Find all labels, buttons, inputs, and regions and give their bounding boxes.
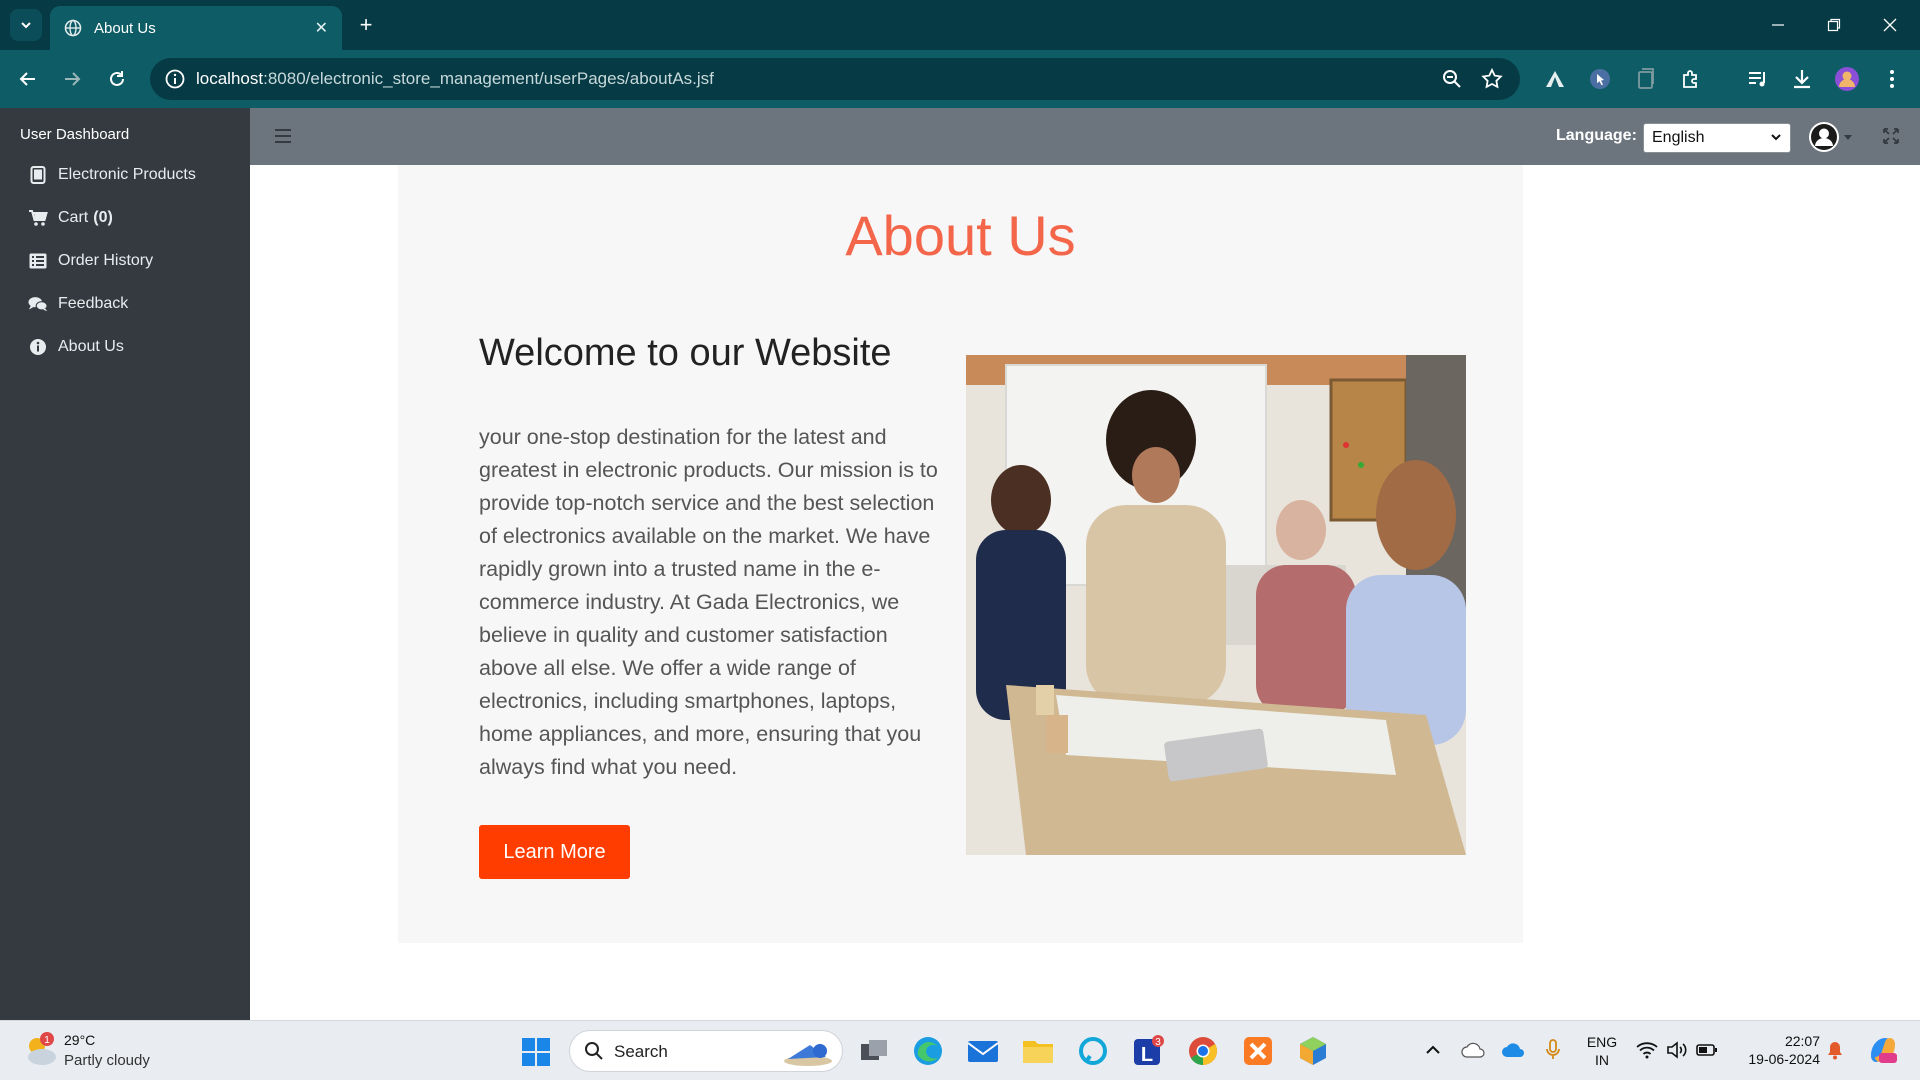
caret-down-icon[interactable] bbox=[1844, 135, 1852, 140]
user-avatar-icon[interactable] bbox=[1808, 121, 1840, 153]
minimize-icon bbox=[1772, 24, 1784, 26]
volume-icon[interactable] bbox=[1664, 1037, 1690, 1063]
forward-button[interactable] bbox=[56, 63, 88, 95]
extensions-puzzle-icon[interactable] bbox=[1676, 64, 1706, 94]
weather-description: Partly cloudy bbox=[64, 1052, 150, 1069]
extension-pages-icon[interactable] bbox=[1631, 64, 1661, 94]
download-icon[interactable] bbox=[1787, 64, 1817, 94]
browser-menu-icon[interactable] bbox=[1877, 64, 1907, 94]
page-title: About Us bbox=[845, 204, 1076, 267]
microphone-icon[interactable] bbox=[1540, 1037, 1566, 1063]
address-bar[interactable]: localhost:8080/electronic_store_manageme… bbox=[150, 58, 1520, 100]
sidebar-item-label: Electronic Products bbox=[58, 166, 196, 183]
sidebar-item-label: Feedback bbox=[58, 295, 129, 312]
globe-icon bbox=[64, 19, 82, 37]
tab-title: About Us bbox=[94, 19, 156, 37]
battery-icon[interactable] bbox=[1694, 1037, 1720, 1063]
input-language-indicator[interactable]: ENG IN bbox=[1582, 1033, 1622, 1069]
site-info-icon[interactable] bbox=[164, 68, 186, 90]
taskbar-search[interactable]: Search bbox=[569, 1030, 843, 1072]
windows-start-icon[interactable] bbox=[521, 1037, 551, 1067]
hamburger-menu-icon[interactable] bbox=[274, 126, 292, 146]
chevron-down-icon bbox=[21, 22, 31, 29]
language-select[interactable]: English bbox=[1643, 123, 1791, 153]
mail-icon[interactable] bbox=[965, 1033, 1001, 1069]
search-icon bbox=[585, 1042, 603, 1060]
url-text[interactable]: localhost:8080/electronic_store_manageme… bbox=[196, 69, 714, 89]
info-icon bbox=[28, 338, 48, 356]
cart-icon bbox=[28, 209, 48, 227]
reload-icon bbox=[110, 71, 124, 86]
copilot-icon[interactable] bbox=[1866, 1033, 1900, 1067]
sidebar-item-about-us[interactable]: About Us bbox=[28, 335, 124, 359]
sidebar-item-label: Cart bbox=[58, 209, 89, 226]
edge-browser-icon[interactable] bbox=[910, 1033, 946, 1069]
extension-triangle-icon[interactable] bbox=[1540, 64, 1570, 94]
svg-text:L: L bbox=[1141, 1044, 1153, 1066]
new-tab-button[interactable]: + bbox=[352, 11, 380, 39]
reload-button[interactable] bbox=[101, 63, 133, 95]
show-hidden-icons-icon[interactable] bbox=[1420, 1037, 1446, 1063]
partly-cloudy-icon[interactable]: 1 bbox=[22, 1031, 60, 1069]
restore-icon bbox=[1827, 18, 1841, 32]
close-icon bbox=[1883, 18, 1897, 32]
browser-tab[interactable]: About Us ✕ bbox=[50, 6, 342, 50]
chrome-browser-icon[interactable] bbox=[1185, 1033, 1221, 1069]
sidebar-item-label: Order History bbox=[58, 252, 154, 269]
tab-search-button[interactable] bbox=[10, 9, 42, 41]
browser-tab-strip: About Us ✕ + bbox=[0, 0, 1920, 50]
file-explorer-icon[interactable] bbox=[1020, 1033, 1056, 1069]
tab-close-icon[interactable]: ✕ bbox=[315, 18, 328, 38]
zoom-icon[interactable] bbox=[1440, 67, 1464, 91]
language-label: Language: bbox=[1556, 127, 1637, 144]
notification-bell-icon[interactable] bbox=[1822, 1037, 1848, 1063]
sidebar-item-order-history[interactable]: Order History bbox=[28, 249, 153, 273]
cloud-icon[interactable] bbox=[1460, 1037, 1486, 1063]
bookmark-star-icon[interactable] bbox=[1480, 67, 1504, 91]
team-meeting-photo bbox=[966, 355, 1466, 855]
profile-avatar-icon[interactable] bbox=[1832, 64, 1862, 94]
about-card: About Us Welcome to our Website your one… bbox=[398, 165, 1523, 943]
comments-icon bbox=[28, 295, 48, 313]
browser-toolbar: localhost:8080/electronic_store_manageme… bbox=[0, 50, 1920, 108]
sidebar-item-electronic-products[interactable]: Electronic Products bbox=[28, 163, 196, 187]
arrow-left-icon bbox=[19, 72, 35, 86]
weather-temp: 29°C bbox=[64, 1032, 96, 1048]
about-paragraph: your one-stop destination for the latest… bbox=[479, 425, 938, 779]
task-view-icon[interactable] bbox=[856, 1033, 892, 1069]
list-icon bbox=[28, 252, 48, 270]
clock[interactable]: 22:07 19-06-2024 bbox=[1730, 1032, 1820, 1068]
sidebar-item-cart[interactable]: Cart (0) bbox=[28, 206, 113, 230]
sidebar: User Dashboard Electronic Products Cart … bbox=[0, 108, 250, 1020]
netbeans-icon[interactable] bbox=[1295, 1033, 1331, 1069]
tablet-icon bbox=[28, 166, 48, 184]
windows-taskbar: 1 29°C Partly cloudy Search L3 ENG IN 22… bbox=[0, 1020, 1920, 1080]
xampp-icon[interactable] bbox=[1240, 1033, 1276, 1069]
app-badge: 3 bbox=[1155, 1037, 1161, 1048]
arrow-right-icon bbox=[65, 72, 81, 86]
cart-count: (0) bbox=[93, 209, 113, 226]
language-selected-value: English bbox=[1652, 129, 1705, 146]
app-header: Language: English bbox=[250, 108, 1920, 165]
alexa-icon[interactable] bbox=[1075, 1033, 1111, 1069]
sidebar-item-feedback[interactable]: Feedback bbox=[28, 292, 128, 316]
lens-app-icon[interactable]: L3 bbox=[1130, 1033, 1166, 1069]
back-button[interactable] bbox=[12, 63, 44, 95]
learn-more-button[interactable]: Learn More bbox=[479, 825, 630, 879]
welcome-heading: Welcome to our Website bbox=[479, 332, 892, 374]
media-queue-icon[interactable] bbox=[1743, 64, 1773, 94]
minimize-button[interactable] bbox=[1758, 8, 1798, 42]
onedrive-icon[interactable] bbox=[1500, 1037, 1526, 1063]
wifi-icon[interactable] bbox=[1634, 1037, 1660, 1063]
weather-badge: 1 bbox=[44, 1035, 50, 1046]
search-highlight-icon bbox=[784, 1044, 832, 1066]
fullscreen-icon[interactable] bbox=[1882, 127, 1900, 145]
chevron-down-icon bbox=[1771, 134, 1781, 141]
search-label: Search bbox=[614, 1042, 668, 1061]
sidebar-brand[interactable]: User Dashboard bbox=[20, 126, 129, 143]
sidebar-item-label: About Us bbox=[58, 338, 124, 355]
extension-cursor-icon[interactable] bbox=[1585, 64, 1615, 94]
restore-button[interactable] bbox=[1814, 8, 1854, 42]
window-close-button[interactable] bbox=[1870, 8, 1910, 42]
